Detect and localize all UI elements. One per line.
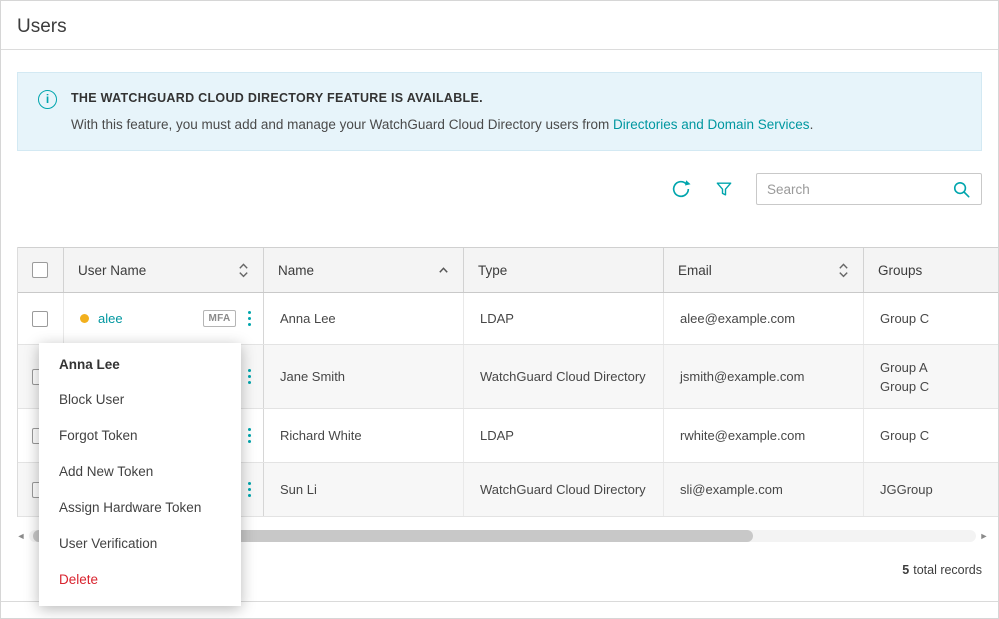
group-line: Group A bbox=[880, 358, 929, 377]
total-records-count: 5 bbox=[902, 563, 909, 577]
search-icon[interactable] bbox=[952, 180, 971, 199]
group-line: Group C bbox=[880, 377, 929, 396]
header-cell-email[interactable]: Email bbox=[664, 248, 864, 292]
mfa-badge: MFA bbox=[203, 310, 235, 327]
search-box bbox=[756, 173, 982, 205]
menu-item-assign-hardware-token[interactable]: Assign Hardware Token bbox=[39, 490, 241, 526]
groups-cell: JGGroup bbox=[864, 463, 999, 516]
user-name-link[interactable]: alee bbox=[98, 311, 123, 326]
row-menu-icon[interactable] bbox=[248, 311, 252, 327]
user-name-cell: alee MFA bbox=[64, 293, 264, 344]
select-all-checkbox[interactable] bbox=[32, 262, 48, 278]
groups-cell: Group C bbox=[864, 293, 999, 344]
directories-domain-services-link[interactable]: Directories and Domain Services bbox=[613, 117, 810, 132]
context-menu-title: Anna Lee bbox=[39, 353, 241, 382]
table-header-row: User Name Name bbox=[18, 247, 999, 293]
menu-item-block-user[interactable]: Block User bbox=[39, 382, 241, 418]
name-cell: Richard White bbox=[264, 409, 464, 462]
email-cell: jsmith@example.com bbox=[664, 345, 864, 408]
sort-both-icon[interactable] bbox=[238, 262, 249, 279]
header-label-type: Type bbox=[478, 263, 507, 278]
search-input[interactable] bbox=[767, 182, 952, 197]
page-title: Users bbox=[17, 16, 982, 38]
type-cell: WatchGuard Cloud Directory bbox=[464, 463, 664, 516]
scroll-right-icon[interactable]: ► bbox=[976, 531, 992, 541]
header-label-email: Email bbox=[678, 263, 712, 278]
user-context-menu: Anna Lee Block User Forgot Token Add New… bbox=[39, 343, 241, 606]
header-cell-type[interactable]: Type bbox=[464, 248, 664, 292]
filter-icon[interactable] bbox=[714, 179, 734, 199]
row-checkbox[interactable] bbox=[32, 311, 48, 327]
header-cell-groups[interactable]: Groups bbox=[864, 248, 999, 292]
row-menu-icon[interactable] bbox=[248, 482, 252, 498]
banner-text: THE WATCHGUARD CLOUD DIRECTORY FEATURE I… bbox=[71, 89, 813, 134]
banner-body-period: . bbox=[810, 117, 814, 132]
type-cell: LDAP bbox=[464, 293, 664, 344]
header-cell-name[interactable]: Name bbox=[264, 248, 464, 292]
page-header: Users bbox=[1, 1, 998, 50]
scroll-left-icon[interactable]: ◄ bbox=[13, 531, 29, 541]
menu-item-add-new-token[interactable]: Add New Token bbox=[39, 454, 241, 490]
banner-body-text: With this feature, you must add and mana… bbox=[71, 117, 613, 132]
sort-both-icon[interactable] bbox=[838, 262, 849, 279]
email-cell: sli@example.com bbox=[664, 463, 864, 516]
type-cell: WatchGuard Cloud Directory bbox=[464, 345, 664, 408]
groups-cell: Group A Group C bbox=[864, 345, 999, 408]
refresh-icon[interactable] bbox=[670, 178, 692, 200]
status-dot-icon bbox=[80, 314, 89, 323]
info-icon: i bbox=[38, 90, 57, 109]
users-page: Users i THE WATCHGUARD CLOUD DIRECTORY F… bbox=[0, 0, 999, 619]
banner-body: With this feature, you must add and mana… bbox=[71, 115, 813, 134]
row-menu-icon[interactable] bbox=[248, 428, 252, 444]
header-cell-user-name[interactable]: User Name bbox=[64, 248, 264, 292]
header-label-groups: Groups bbox=[878, 263, 922, 278]
total-records-label: total records bbox=[913, 563, 982, 577]
email-cell: alee@example.com bbox=[664, 293, 864, 344]
row-select-cell bbox=[18, 293, 64, 344]
groups-cell: Group C bbox=[864, 409, 999, 462]
header-label-user-name: User Name bbox=[78, 263, 146, 278]
info-banner: i THE WATCHGUARD CLOUD DIRECTORY FEATURE… bbox=[17, 72, 982, 151]
email-cell: rwhite@example.com bbox=[664, 409, 864, 462]
table-row[interactable]: alee MFA Anna Lee LDAP alee@example.com … bbox=[18, 293, 999, 345]
header-cell-select-all bbox=[18, 248, 64, 292]
header-label-name: Name bbox=[278, 263, 314, 278]
menu-item-delete[interactable]: Delete bbox=[39, 562, 241, 598]
menu-item-user-verification[interactable]: User Verification bbox=[39, 526, 241, 562]
name-cell: Anna Lee bbox=[264, 293, 464, 344]
table-toolbar bbox=[17, 173, 982, 205]
type-cell: LDAP bbox=[464, 409, 664, 462]
name-cell: Jane Smith bbox=[264, 345, 464, 408]
name-cell: Sun Li bbox=[264, 463, 464, 516]
banner-title: THE WATCHGUARD CLOUD DIRECTORY FEATURE I… bbox=[71, 89, 813, 108]
menu-item-forgot-token[interactable]: Forgot Token bbox=[39, 418, 241, 454]
row-menu-icon[interactable] bbox=[248, 369, 252, 385]
sort-asc-icon[interactable] bbox=[438, 266, 449, 274]
